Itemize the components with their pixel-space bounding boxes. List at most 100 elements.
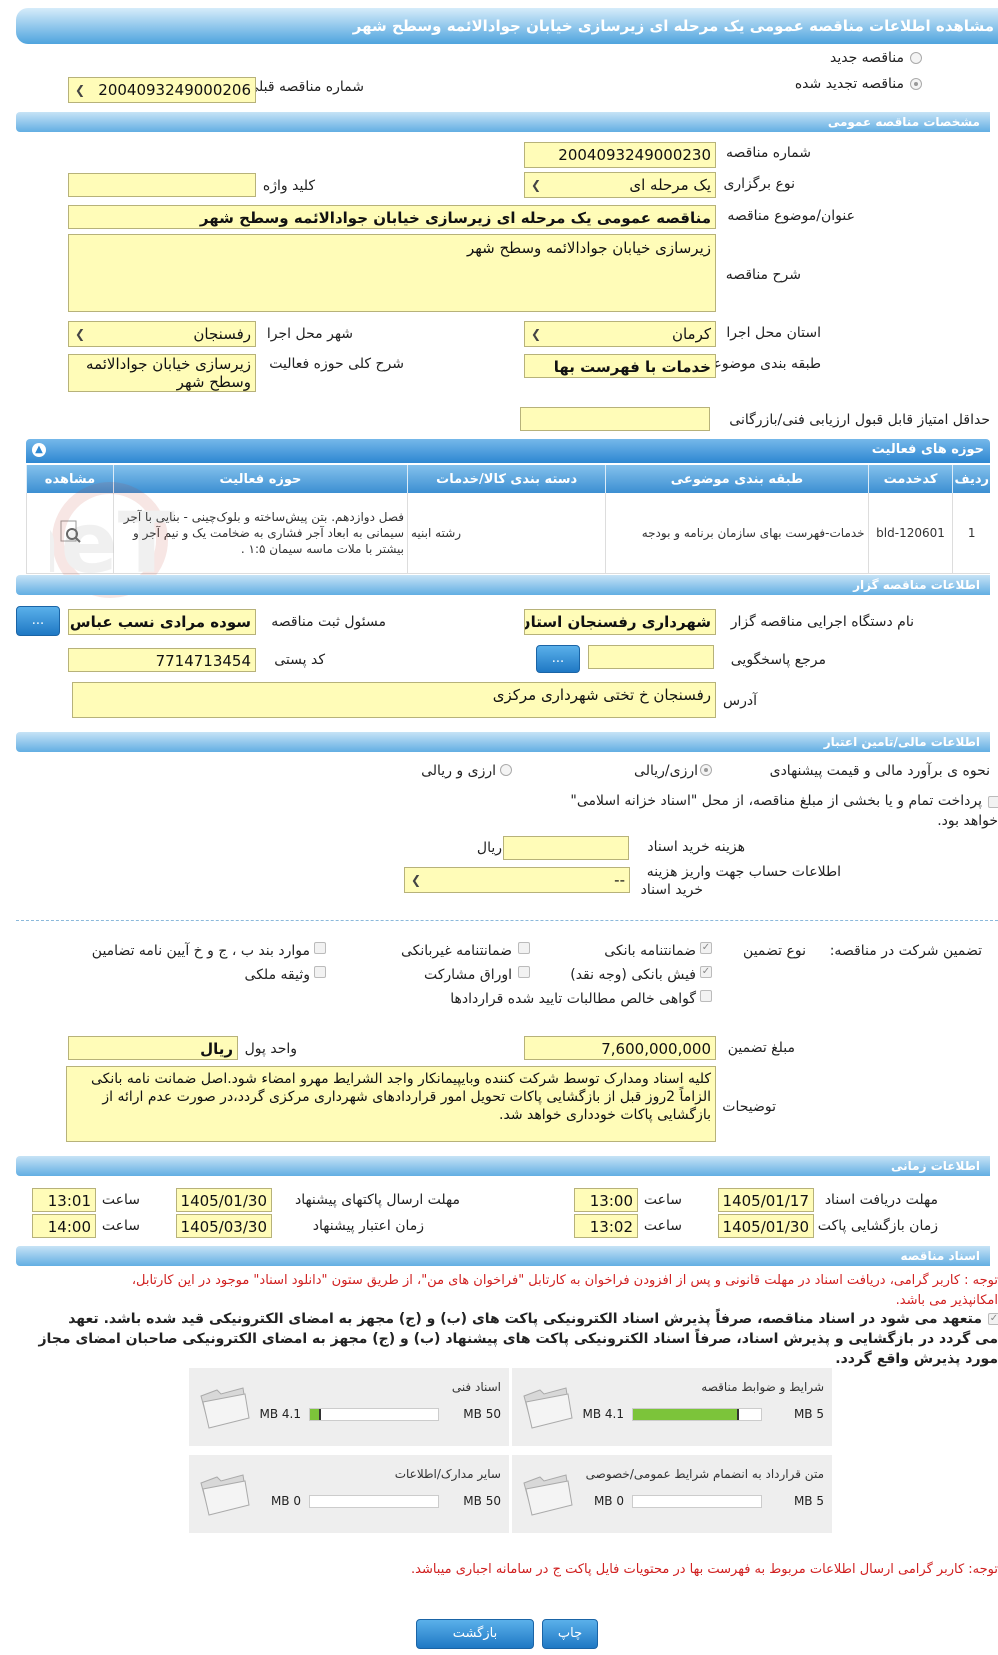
account-select[interactable]: ❯ -- [404,867,630,893]
back-button[interactable]: بازگشت [416,1619,534,1649]
recv-label: مهلت دریافت اسناد [824,1192,938,1208]
doc-card-current: 4.1 MB [259,1407,301,1421]
doc-card-conditions[interactable]: شرایط و ضوابط مناقصه 5 MB 4.1 MB [512,1368,832,1446]
divider [16,920,998,921]
cell-idx: 1 [952,493,990,574]
resp-label: مسئول ثبت مناقصه [271,614,386,630]
col-view: مشاهده [26,465,114,493]
view-icon[interactable] [56,518,84,546]
docs-bottom-note: توجه: کاربر گرامی ارسال اطلاعات مربوط به… [411,1562,998,1577]
org-label: نام دستگاه اجرایی مناقصه گزار [730,614,914,630]
folder-icon[interactable] [520,1384,574,1430]
account-label-2: خرید اسناد [640,882,703,898]
guarantee-title: تضمین شرکت در مناقصه: [829,943,982,959]
city-label: شهر محل اجرا [266,326,353,342]
doc-card-technical[interactable]: اسناد فنی 50 MB 4.1 MB [189,1368,509,1446]
province-label: استان محل اجرا [726,325,821,341]
guarantee-opt-nonbank-checkbox[interactable] [518,942,530,954]
collapse-icon[interactable]: ▲ [32,443,46,457]
method-opt1-label: ارزی/ریالی [634,763,698,779]
doc-card-contract[interactable]: متن قرارداد به انضمام شرایط عمومی/خصوصی 5… [512,1455,832,1533]
guarantee-opt-claims-checkbox[interactable] [700,990,712,1002]
valid-label: زمان اعتبار پیشنهاد [312,1218,424,1234]
doc-cost-field [503,836,629,860]
col-class: طبقه بندی موضوعی [605,465,869,493]
type-label: نوع برگزاری [723,176,795,192]
keyword-field[interactable] [68,173,256,197]
doc-cost-currency: ریال [476,840,502,856]
col-code: کدخدمت [867,465,953,493]
folder-icon[interactable] [197,1384,251,1430]
cell-code: bld-120601 [867,493,953,574]
docs-notice-2: امکانپذیر می باشد. [895,1293,998,1308]
type-select[interactable]: ❯ یک مرحله ای [524,172,716,198]
open-time: 13:02 [574,1214,638,1238]
send-label: مهلت ارسال پاکتهای پیشنهاد [294,1192,460,1208]
prev-number-select[interactable]: ❯ 2004093249000206 [68,77,256,103]
number-label: شماره مناقصه [726,145,811,161]
chevron-down-icon: ❯ [75,327,86,341]
col-idx: ردیف [952,465,990,493]
guarantee-opt-cash-checkbox[interactable]: ✓ [700,966,712,978]
activity-section-header: حوزه های فعالیت ▲ [26,439,990,463]
folder-icon[interactable] [520,1471,574,1517]
doc-card-current: 0 MB [593,1494,624,1508]
guarantee-opt-bank: ضمانتنامه بانکی [604,943,696,959]
doc-card-max: 50 MB [463,1407,501,1421]
guarantee-opt-bonds: اوراق مشارکت [423,967,512,983]
guarantee-opt-property-checkbox[interactable] [314,966,326,978]
type-value: یک مرحله ای [629,176,711,194]
zip-label: کد پستی [274,652,325,668]
doc-card-title: متن قرارداد به انضمام شرایط عمومی/خصوصی [585,1467,824,1481]
doc-card-progress [632,1495,762,1508]
addr-field: رفسنجان خ تختی شهرداری مرکزی [72,682,716,718]
commit-checkbox[interactable]: ✓ [988,1313,998,1325]
prev-number-label: شماره مناقصه قبلی [247,79,364,95]
method-opt1-radio[interactable] [700,764,712,776]
city-select[interactable]: ❯ رفسنجان [68,321,256,347]
doc-card-progress-fill [633,1409,738,1420]
send-time: 13:01 [32,1188,96,1212]
open-label: زمان بازگشایی پاکت ها [801,1218,938,1234]
recv-time: 13:00 [574,1188,638,1212]
folder-icon[interactable] [197,1471,251,1517]
province-value: کرمان [671,325,711,343]
treasury-text-1: پرداخت تمام و یا بخشی از مبلغ مناقصه، از… [570,793,982,809]
notes-label: توضیحات [722,1099,776,1115]
unit-field: ریال [68,1036,238,1060]
doc-card-other[interactable]: سایر مدارک/اطلاعات 50 MB 0 MB [189,1455,509,1533]
city-value: رفسنجان [193,325,251,343]
recv-date: 1405/01/17 [718,1188,814,1212]
guarantee-type-label: نوع تضمین [743,943,806,959]
commit-line-3: مورد پذیرش واقع گردد. [835,1351,998,1367]
renewed-tender-radio[interactable] [910,78,922,90]
new-tender-radio[interactable] [910,52,922,64]
doc-card-max: 50 MB [463,1494,501,1508]
method-label: نحوه ی برآورد مالی و قیمت پیشنهادی [769,763,990,779]
general-section-header: مشخصات مناقصه عمومی [16,112,990,132]
cell-view[interactable] [26,493,114,574]
times-section-header: اطلاعات زمانی [16,1156,990,1176]
desc-label: شرح مناقصه [725,267,801,283]
min-score-label: حداقل امتیاز قابل قبول ارزیابی فنی/بازرگ… [729,412,990,428]
guarantee-opt-clauses: موارد بند ب ، ج و خ آیین نامه تضامین [91,943,310,959]
table-row: 1 bld-120601 خدمات-فهرست بهای سازمان برن… [26,493,990,574]
account-value: -- [614,871,625,889]
guarantee-opt-bank-checkbox[interactable]: ✓ [700,942,712,954]
resp-field: سوده مرادی نسب عباس آباد [68,609,256,635]
print-button[interactable]: چاپ [542,1619,598,1649]
account-label-1: اطلاعات حساب جهت واریز هزینه [646,864,841,880]
method-opt2-radio[interactable] [500,764,512,776]
treasury-checkbox[interactable] [988,796,998,808]
doc-card-max: 5 MB [793,1494,824,1508]
notes-field: کلیه اسناد ومدارک توسط شرکت کننده وبایپی… [66,1066,716,1142]
scope-field: زیرسازی خیابان جوادالائمه وسطح شهر [68,354,256,392]
guarantee-opt-clauses-checkbox[interactable] [314,942,326,954]
keyword-label: کلید واژه [262,178,315,194]
guarantee-opt-bonds-checkbox[interactable] [518,966,530,978]
commit-line-2: می گردد در بازگشایی و پذیرش اسناد، صرفاً… [38,1331,998,1347]
province-select[interactable]: ❯ کرمان [524,321,716,347]
ref-more-button[interactable]: ... [536,645,580,673]
resp-more-button[interactable]: ... [16,606,60,636]
chevron-down-icon: ❯ [531,178,542,192]
